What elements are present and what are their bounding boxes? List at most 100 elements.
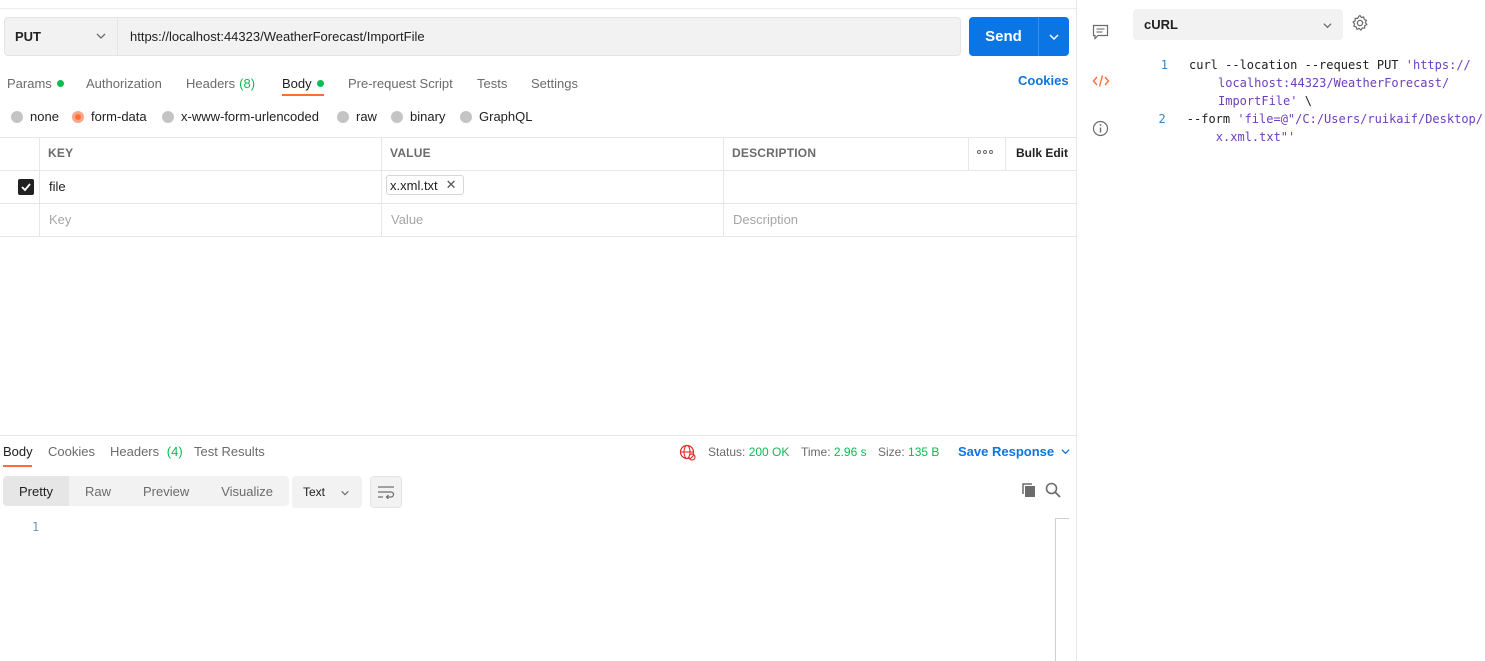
- row-enabled-checkbox[interactable]: [18, 179, 34, 195]
- search-icon[interactable]: [1045, 482, 1061, 498]
- table-header-border: [0, 170, 1076, 171]
- close-icon[interactable]: ✕: [446, 177, 457, 193]
- bulk-edit-button[interactable]: Bulk Edit: [1016, 146, 1068, 160]
- table-col-divider: [1005, 137, 1006, 171]
- panel-divider[interactable]: [1076, 0, 1077, 661]
- response-headers-count: (4): [166, 444, 183, 459]
- code-string: 'https://: [1405, 58, 1471, 72]
- time-value: 2.96 s: [833, 445, 867, 459]
- format-label: Text: [303, 485, 326, 499]
- save-response-button[interactable]: Save Response: [958, 444, 1071, 459]
- globe-icon[interactable]: [679, 444, 696, 461]
- radio-circle: [460, 110, 472, 123]
- response-tab-headers-label: Headers: [110, 444, 160, 459]
- cookies-link[interactable]: Cookies: [1018, 73, 1069, 88]
- status-info[interactable]: Status: 200 OK: [708, 445, 789, 459]
- column-header-key: KEY: [48, 146, 74, 160]
- code-command: --form: [1186, 112, 1238, 126]
- time-info[interactable]: Time: 2.96 s: [801, 445, 867, 459]
- code-snippet[interactable]: 1 curl --location --request PUT 'https:/…: [1148, 56, 1483, 146]
- response-tab-test-results[interactable]: Test Results: [194, 444, 265, 459]
- radio-urlencoded[interactable]: x-www-form-urlencoded: [162, 109, 319, 124]
- status-value: 200 OK: [748, 445, 790, 459]
- tab-authorization[interactable]: Authorization: [86, 73, 162, 93]
- tab-pre-request-script[interactable]: Pre-request Script: [348, 73, 453, 93]
- tab-params[interactable]: Params: [7, 73, 64, 93]
- method-select[interactable]: PUT: [4, 17, 118, 56]
- table-col-divider: [39, 137, 40, 237]
- response-tab-cookies[interactable]: Cookies: [48, 444, 95, 459]
- chevron-down-icon: [341, 490, 349, 496]
- status-label: Status:: [708, 445, 746, 459]
- checkmark-icon: [21, 183, 31, 192]
- table-col-divider: [723, 137, 724, 237]
- code-command: curl --location --request PUT: [1189, 58, 1406, 72]
- radio-binary[interactable]: binary: [391, 109, 445, 124]
- chevron-down-icon: [1049, 33, 1059, 40]
- radio-none[interactable]: none: [11, 109, 59, 124]
- wrap-lines-button[interactable]: [370, 476, 402, 508]
- code-icon[interactable]: [1092, 73, 1110, 89]
- comments-icon[interactable]: [1092, 24, 1109, 40]
- file-chip[interactable]: x.xml.txt ✕: [386, 175, 464, 195]
- code-line: 2 --form 'file=@"/C:/Users/ruikaif/Deskt…: [1148, 110, 1483, 146]
- size-label: Size:: [878, 445, 905, 459]
- top-strip: [0, 0, 1076, 9]
- response-tab-headers[interactable]: Headers (4): [110, 444, 183, 459]
- view-raw-button[interactable]: Raw: [69, 476, 127, 506]
- tab-authorization-label: Authorization: [86, 75, 162, 91]
- response-tab-body[interactable]: Body: [3, 444, 33, 459]
- tab-tests[interactable]: Tests: [477, 73, 507, 93]
- more-options-icon[interactable]: [977, 150, 993, 154]
- radio-none-label: none: [30, 109, 59, 124]
- column-header-description: DESCRIPTION: [732, 146, 817, 160]
- view-preview-button[interactable]: Preview: [127, 476, 205, 506]
- tab-settings-label: Settings: [531, 75, 578, 91]
- info-icon[interactable]: [1092, 120, 1109, 137]
- gear-icon[interactable]: [1351, 14, 1369, 32]
- description-placeholder-input[interactable]: Description: [733, 212, 798, 227]
- save-response-label: Save Response: [958, 444, 1055, 459]
- chevron-down-icon: [96, 33, 106, 39]
- send-options-button[interactable]: [1038, 17, 1069, 56]
- response-view-switcher: Pretty Raw Preview Visualize: [3, 476, 290, 506]
- radio-circle: [11, 110, 23, 123]
- radio-raw-label: raw: [356, 109, 377, 124]
- code-string-continued: ImportFile': [1218, 94, 1298, 108]
- table-border-top: [0, 137, 1076, 138]
- code-language-select[interactable]: cURL: [1133, 9, 1343, 40]
- code-string-continued: localhost:44323/WeatherForecast/: [1218, 76, 1450, 90]
- radio-form-data[interactable]: form-data: [72, 109, 147, 124]
- radio-graphql[interactable]: GraphQL: [460, 109, 532, 124]
- send-button[interactable]: Send: [969, 17, 1038, 56]
- tab-headers-label: Headers: [186, 75, 236, 91]
- radio-urlencoded-label: x-www-form-urlencoded: [181, 109, 319, 124]
- tab-headers[interactable]: Headers (8): [186, 73, 255, 93]
- response-scrollbar[interactable]: [1055, 518, 1056, 661]
- response-divider[interactable]: [0, 435, 1076, 436]
- value-placeholder-input[interactable]: Value: [391, 212, 423, 227]
- time-label: Time:: [801, 445, 831, 459]
- radio-graphql-label: GraphQL: [479, 109, 533, 124]
- url-input[interactable]: https://localhost:44323/WeatherForecast/…: [118, 17, 961, 56]
- code-line-number: 2: [1158, 112, 1166, 126]
- scrollbar-cap: [1055, 518, 1069, 519]
- view-visualize-button[interactable]: Visualize: [205, 476, 289, 506]
- code-line-row: ImportFile' \: [1189, 92, 1471, 110]
- view-pretty-button[interactable]: Pretty: [3, 476, 69, 506]
- key-placeholder-input[interactable]: Key: [49, 212, 71, 227]
- radio-raw[interactable]: raw: [337, 109, 377, 124]
- param-key-cell[interactable]: file: [49, 179, 66, 194]
- size-info[interactable]: Size: 135 B: [878, 445, 939, 459]
- tab-body[interactable]: Body: [282, 73, 324, 93]
- headers-count: (8): [239, 75, 256, 91]
- copy-icon[interactable]: [1021, 482, 1037, 498]
- active-tab-underline: [282, 94, 324, 96]
- radio-circle: [391, 110, 403, 123]
- method-label: PUT: [15, 29, 41, 44]
- radio-circle: [337, 110, 349, 123]
- format-select[interactable]: Text: [292, 476, 362, 508]
- radio-form-data-label: form-data: [91, 109, 147, 124]
- tab-settings[interactable]: Settings: [531, 73, 578, 93]
- table-border-bottom: [0, 236, 1076, 237]
